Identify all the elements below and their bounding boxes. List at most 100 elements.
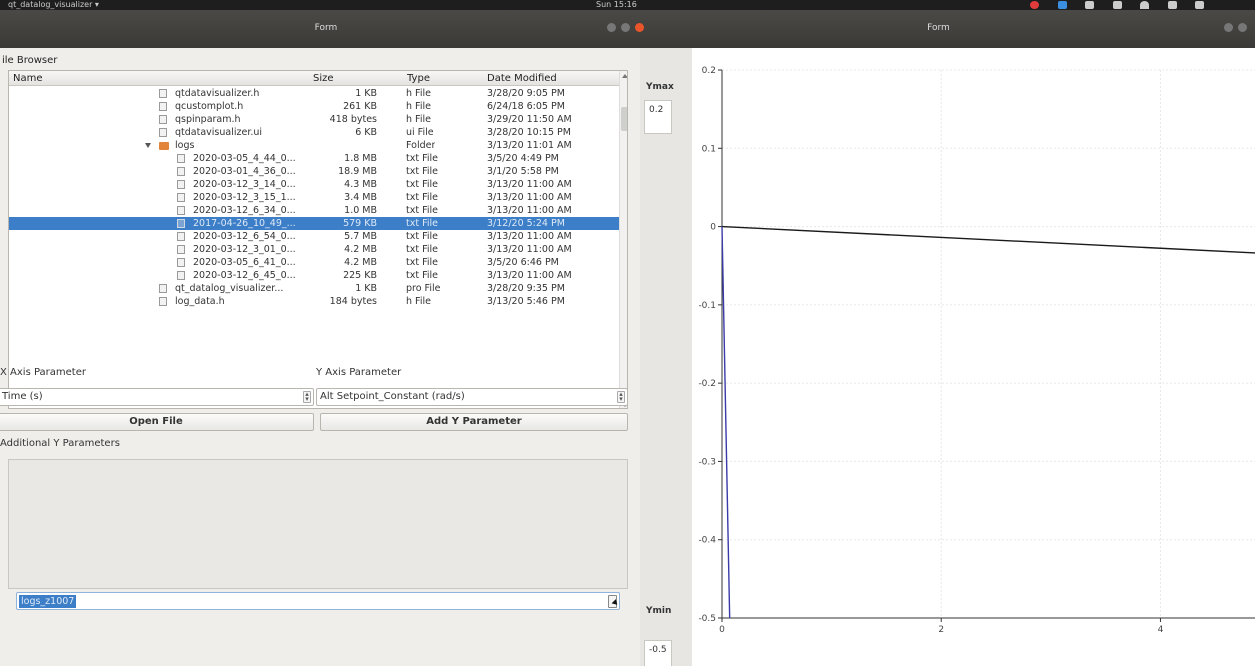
file-tree[interactable]: Name Size Type Date Modified qtdatavisua… [8, 70, 628, 409]
additional-param-select[interactable]: logs_z1007 [16, 592, 620, 610]
file-row[interactable]: 2020-03-12_3_15_1... 3.4 MB txt File 3/13/2… [9, 191, 619, 204]
cell-name: qtdatavisualizer.h [175, 88, 260, 99]
wifi-icon[interactable] [1140, 1, 1150, 9]
y-tick-label: -0.4 [698, 536, 716, 546]
minimize-button[interactable] [607, 23, 617, 32]
y-tick-label: -0.5 [698, 614, 716, 624]
system-top-bar: qt_datalog_visualizer ▾ Sun 15:16 [0, 0, 1255, 10]
tree-scrollbar[interactable] [619, 71, 627, 408]
window-controls-right [1222, 23, 1247, 35]
file-row[interactable]: 2020-03-12_6_54_0... 5.7 MB txt File 3/13/2… [9, 230, 619, 243]
file-icon [177, 167, 185, 176]
gamepad-icon-2[interactable] [1112, 1, 1122, 9]
file-icon [159, 89, 167, 98]
file-icon [159, 297, 167, 306]
file-row[interactable]: 2020-03-12_6_34_0... 1.0 MB txt File 3/13/2… [9, 204, 619, 217]
cell-name: 2020-03-01_4_36_0... [193, 166, 296, 177]
x-axis-value: Time (s) [2, 391, 43, 402]
clock[interactable]: Sun 15:16 [596, 0, 637, 10]
scroll-thumb[interactable] [621, 107, 627, 131]
cell-date: 3/1/20 5:58 PM [487, 166, 559, 177]
left-window-titlebar[interactable]: Form [0, 10, 652, 48]
cell-name: 2020-03-12_3_01_0... [193, 244, 296, 255]
add-y-parameter-button[interactable]: Add Y Parameter [320, 413, 628, 431]
cell-name: logs [175, 140, 195, 151]
ymin-input[interactable]: -0.5 [644, 640, 672, 666]
file-row[interactable]: qtdatavisualizer.h 1 KB h File 3/28/20 9:05… [9, 87, 619, 100]
chat-icon[interactable] [1057, 1, 1067, 9]
ymax-label: Ymax [646, 82, 674, 92]
cell-name: qt_datalog_visualizer... [175, 283, 284, 294]
file-row[interactable]: logs Folder 3/13/20 11:01 AM [9, 139, 619, 152]
y-tick-label: 0.2 [702, 66, 716, 76]
cell-date: 3/13/20 5:46 PM [487, 296, 565, 307]
line-chart[interactable]: 0.20.10-0.1-0.2-0.3-0.4-0.50 2 4 [692, 48, 1255, 666]
right-window-titlebar[interactable]: Form [652, 10, 1255, 48]
cell-name: 2020-03-12_3_14_0... [193, 179, 296, 190]
file-row[interactable]: log_data.h 184 bytes h File 3/13/20 5:46 PM [9, 295, 619, 308]
network-icon[interactable] [1167, 1, 1177, 9]
file-row[interactable]: 2020-03-01_4_36_0... 18.9 MB txt File 3/1/2… [9, 165, 619, 178]
file-row[interactable]: qt_datalog_visualizer... 1 KB pro File 3/28… [9, 282, 619, 295]
file-icon [159, 115, 167, 124]
file-icon [177, 245, 185, 254]
file-icon [177, 193, 185, 202]
cell-type: h File [406, 114, 431, 125]
ymax-input[interactable]: 0.2 [644, 100, 672, 134]
series-line-1 [721, 225, 1255, 254]
scroll-up-icon[interactable] [622, 74, 627, 78]
expand-arrow-icon[interactable] [145, 143, 151, 148]
cell-date: 3/5/20 4:49 PM [487, 153, 559, 164]
file-row[interactable]: 2020-03-12_6_45_0... 225 KB txt File 3/13/2… [9, 269, 619, 282]
maximize-button-right[interactable] [1238, 23, 1247, 32]
file-row[interactable]: qspinparam.h 418 bytes h File 3/29/20 11:50… [9, 113, 619, 126]
y-axis-select[interactable]: Alt Setpoint_Constant (rad/s) ▴ ▾ [316, 388, 628, 406]
open-file-button[interactable]: Open File [0, 413, 314, 431]
file-row[interactable]: qtdatavisualizer.ui 6 KB ui File 3/28/20 10… [9, 126, 619, 139]
gamepad-icon[interactable] [1085, 1, 1095, 9]
cell-type: h File [406, 101, 431, 112]
file-tree-header: Name Size Type Date Modified [9, 71, 619, 86]
x-axis-select[interactable]: Time (s) ▴ ▾ [0, 388, 314, 406]
cell-name: 2017-04-26_10_49_... [193, 218, 296, 229]
file-row[interactable]: 2020-03-12_3_14_0... 4.3 MB txt File 3/13/2… [9, 178, 619, 191]
cell-type: txt File [406, 244, 438, 255]
column-type[interactable]: Type [407, 73, 430, 84]
additional-y-list[interactable] [8, 459, 628, 589]
column-date-modified[interactable]: Date Modified [487, 73, 557, 84]
cell-date: 6/24/18 6:05 PM [487, 101, 565, 112]
file-row[interactable]: 2020-03-05_6_41_0... 4.2 MB txt File 3/5/20… [9, 256, 619, 269]
additional-y-label: Additional Y Parameters [0, 438, 120, 449]
cell-date: 3/28/20 9:05 PM [487, 88, 565, 99]
cell-date: 3/13/20 11:01 AM [487, 140, 572, 151]
column-name[interactable]: Name [13, 73, 43, 84]
minimize-button-right[interactable] [1224, 23, 1234, 32]
cell-date: 3/13/20 11:00 AM [487, 179, 572, 190]
cell-type: ui File [406, 127, 434, 138]
x-tick-label: 2 [938, 625, 944, 635]
record-icon[interactable] [1030, 1, 1039, 9]
battery-icon[interactable] [1195, 1, 1205, 9]
cell-size: 225 KB [343, 270, 377, 281]
plot-area[interactable]: 0.2 0.1 0 -0.1 -0.2 -0.3 -0.4 -0.5 0 2 4 [692, 48, 1255, 666]
cell-type: txt File [406, 205, 438, 216]
cell-date: 3/13/20 11:00 AM [487, 205, 572, 216]
app-menu[interactable]: qt_datalog_visualizer ▾ [8, 0, 99, 10]
cell-name: log_data.h [175, 296, 225, 307]
file-row[interactable]: qcustomplot.h 261 KB h File 6/24/18 6:05 PM [9, 100, 619, 113]
cell-date: 3/29/20 11:50 AM [487, 114, 572, 125]
cell-type: txt File [406, 153, 438, 164]
file-row[interactable]: 2020-03-12_3_01_0... 4.2 MB txt File 3/13/2… [9, 243, 619, 256]
file-row[interactable]: 2017-04-26_10_49_... 579 KB txt File 3/12/2… [9, 217, 619, 230]
cell-date: 3/13/20 11:00 AM [487, 270, 572, 281]
column-size[interactable]: Size [313, 73, 334, 84]
file-icon [177, 258, 185, 267]
file-row[interactable]: 2020-03-05_4_44_0... 1.8 MB txt File 3/5/20… [9, 152, 619, 165]
cell-size: 3.4 MB [344, 192, 377, 203]
additional-param-value: logs_z1007 [19, 595, 77, 608]
series-line-2 [721, 226, 731, 619]
cell-date: 3/5/20 6:46 PM [487, 257, 559, 268]
cell-date: 3/13/20 11:00 AM [487, 192, 572, 203]
maximize-button[interactable] [621, 23, 631, 32]
cell-size: 1.8 MB [344, 153, 377, 164]
